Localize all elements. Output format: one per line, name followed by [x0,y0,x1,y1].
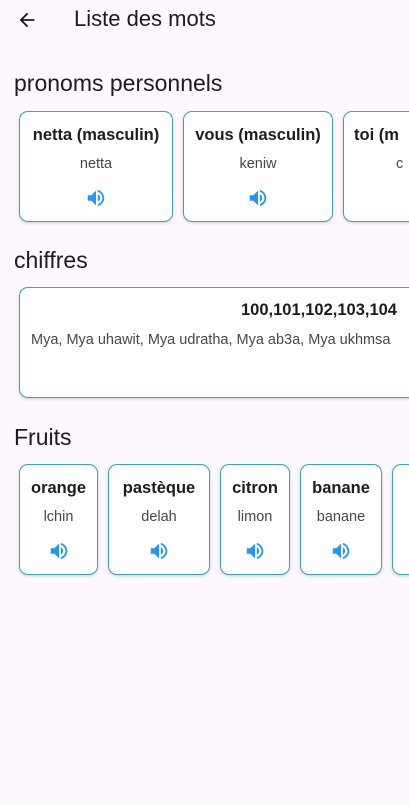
page-title: Liste des mots [74,6,216,31]
app-bar: Liste des mots [0,0,409,40]
word-card[interactable] [392,464,409,575]
section-title-fruits: Fruits [14,424,72,450]
volume-up-icon[interactable] [247,187,269,209]
volume-up-icon[interactable] [244,540,266,562]
word-translation: lchin [43,509,74,525]
word-card[interactable]: orange lchin [19,464,98,575]
word-translation: delah [141,509,177,525]
word-card[interactable]: 100,101,102,103,104 Mya, Mya uhawit, Mya… [19,287,409,398]
word-label: banane [312,479,370,497]
word-card[interactable]: toi (m c [343,111,409,222]
word-label: vous (masculin) [195,126,321,144]
word-label: 100,101,102,103,104 [241,301,397,319]
word-translation: limon [237,509,273,525]
word-card[interactable]: banane banane [300,464,382,575]
pronouns-row[interactable]: netta (masculin) netta vous (masculin) k… [0,111,409,226]
word-translation: netta [79,156,113,172]
volume-up-icon[interactable] [148,540,170,562]
section-title-pronouns: pronoms personnels [14,70,223,96]
word-label: toi (m [354,126,399,144]
back-button[interactable] [12,5,42,35]
section-title-numbers: chiffres [14,247,88,273]
word-card[interactable]: vous (masculin) keniw [183,111,333,222]
word-label: citron [232,479,278,497]
word-card[interactable]: pastèque delah [108,464,210,575]
word-card[interactable]: citron limon [220,464,290,575]
fruits-row[interactable]: orange lchin pastèque delah citron limon… [0,464,409,579]
word-card[interactable]: netta (masculin) netta [19,111,173,222]
volume-up-icon[interactable] [85,187,107,209]
word-label: orange [30,479,86,497]
word-translation: Mya, Mya uhawit, Mya udratha, Mya ab3a, … [31,332,391,348]
arrow-back-icon [19,12,35,28]
word-translation: banane [316,509,366,525]
volume-up-icon[interactable] [48,540,70,562]
word-label: pastèque [122,479,196,497]
word-label: netta (masculin) [32,126,160,144]
word-translation: keniw [239,156,277,172]
volume-up-icon[interactable] [330,540,352,562]
numbers-row[interactable]: 100,101,102,103,104 Mya, Mya uhawit, Mya… [0,287,409,402]
word-translation: c [396,156,404,172]
